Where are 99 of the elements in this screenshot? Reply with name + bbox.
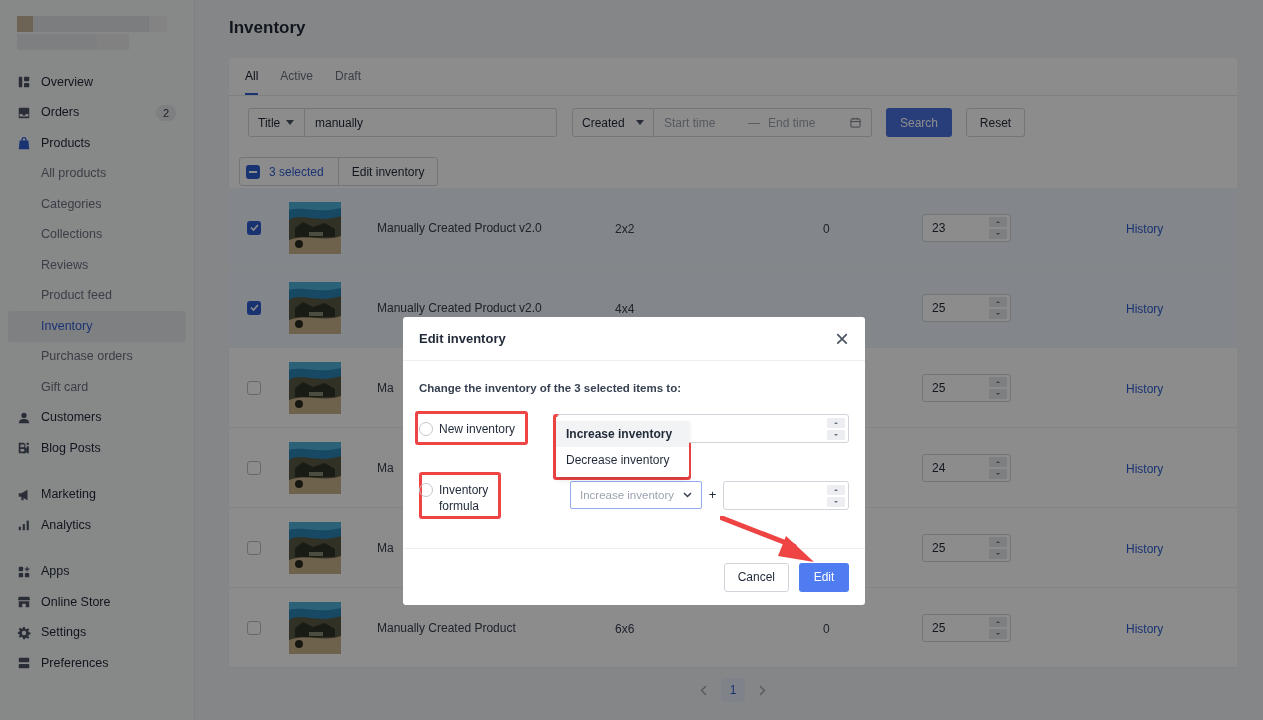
stepper-icon[interactable] <box>827 417 845 440</box>
blog-icon <box>17 441 31 456</box>
dialog-prompt: Change the inventory of the 3 selected items to: <box>419 381 682 396</box>
quantity-field[interactable]: 25 <box>922 613 1011 642</box>
history-link[interactable]: History <box>1126 381 1164 396</box>
product-name: Ma <box>377 381 394 394</box>
caret-icon <box>286 120 295 125</box>
store-icon <box>17 595 31 610</box>
dropdown-option[interactable]: Decrease inventory <box>556 447 689 473</box>
product-name: Ma <box>377 461 394 474</box>
stepper-icon[interactable] <box>989 376 1007 399</box>
stock-text: 0 <box>823 621 830 636</box>
operation-select[interactable]: Increase inventory <box>570 481 702 510</box>
quantity-field[interactable]: 25 <box>922 293 1011 322</box>
variant-text: 2x2 <box>615 221 635 236</box>
stepper-icon[interactable] <box>989 216 1007 239</box>
edit-button[interactable]: Edit <box>799 562 849 592</box>
sidebar-item[interactable]: Inventory <box>8 311 186 342</box>
select-all-checkbox[interactable] <box>246 164 260 179</box>
quantity-field[interactable]: 24 <box>922 453 1011 482</box>
overview-icon <box>17 75 31 90</box>
sidebar-item[interactable]: Blog Posts <box>8 433 186 464</box>
calendar-icon <box>850 117 861 128</box>
date-type-select[interactable]: Created <box>572 108 654 137</box>
tab[interactable]: All <box>245 58 259 95</box>
variant-text: 4x4 <box>615 301 635 316</box>
search-field[interactable]: manually <box>305 108 557 137</box>
history-link[interactable]: History <box>1126 621 1164 636</box>
history-link[interactable]: History <box>1126 541 1164 556</box>
selected-count: 3 selected <box>269 163 325 181</box>
quantity-field[interactable]: 25 <box>922 533 1011 562</box>
sidebar-item[interactable]: Orders 2 <box>8 97 186 128</box>
stepper-icon[interactable] <box>989 296 1007 319</box>
field-select[interactable]: Title <box>248 108 305 137</box>
page-title: Inventory <box>229 17 306 39</box>
orders-icon <box>17 105 31 120</box>
sidebar-item[interactable]: Settings <box>8 617 186 648</box>
product-name: Manually Created Product <box>377 621 516 634</box>
sidebar-item[interactable]: All products <box>8 158 186 189</box>
sidebar-item[interactable]: Overview <box>8 67 186 98</box>
radio-option[interactable]: New inventory <box>419 420 516 437</box>
quantity-field[interactable]: 25 <box>922 373 1011 402</box>
stepper-icon[interactable] <box>989 536 1007 559</box>
preferences-icon <box>17 656 31 671</box>
sidebar-item[interactable]: Analytics <box>8 510 186 541</box>
sidebar-item[interactable]: Product feed <box>8 280 186 311</box>
reset-button[interactable]: Reset <box>966 108 1025 137</box>
product-name: Ma <box>377 541 394 554</box>
close-button[interactable]: × <box>835 328 849 349</box>
quantity-field[interactable]: 23 <box>922 213 1011 242</box>
analytics-icon <box>17 518 31 533</box>
count-badge: 2 <box>156 104 176 121</box>
search-button[interactable]: Search <box>886 108 952 137</box>
stepper-icon[interactable] <box>989 456 1007 479</box>
dropdown-option[interactable]: Increase inventory <box>556 421 689 447</box>
number-field[interactable] <box>723 481 849 511</box>
sidebar-item[interactable]: Customers <box>8 402 186 433</box>
chevron-icon <box>683 492 692 499</box>
row-checkbox[interactable] <box>247 460 261 475</box>
history-link[interactable]: History <box>1126 301 1164 316</box>
next-page-icon[interactable] <box>759 684 766 696</box>
product-name: Manually Created Product v2.0 <box>377 301 542 314</box>
plus-sign: + <box>707 486 718 505</box>
stepper-icon[interactable] <box>827 484 845 507</box>
customers-icon <box>17 410 31 425</box>
sidebar-item[interactable]: Gift card <box>8 372 186 403</box>
sidebar-item[interactable]: Purchase orders <box>8 341 186 372</box>
sidebar-item[interactable]: Collections <box>8 219 186 250</box>
radio-option[interactable]: Inventory formula <box>419 482 499 515</box>
row-checkbox[interactable] <box>247 220 261 235</box>
dialog-title: Edit inventory <box>419 329 506 348</box>
product-name: Manually Created Product v2.0 <box>377 221 542 234</box>
sidebar-item[interactable]: Preferences <box>8 648 186 679</box>
apps-icon <box>17 564 31 579</box>
stock-text: 0 <box>823 221 830 236</box>
stepper-icon[interactable] <box>989 616 1007 639</box>
previous-page-icon[interactable] <box>700 684 707 696</box>
sidebar-item[interactable]: Categories <box>8 189 186 220</box>
row-checkbox[interactable] <box>247 620 261 635</box>
sidebar-item[interactable]: Apps <box>8 556 186 587</box>
tab[interactable]: Active <box>280 58 314 95</box>
sidebar-item[interactable]: Products <box>8 128 186 159</box>
row-checkbox[interactable] <box>247 540 261 555</box>
tab[interactable]: Draft <box>335 58 362 95</box>
history-link[interactable]: History <box>1126 221 1164 236</box>
sidebar-item[interactable]: Online Store <box>8 587 186 618</box>
variant-text: 6x6 <box>615 621 635 636</box>
cancel-button[interactable]: Cancel <box>723 562 789 592</box>
edit-inventory-button[interactable]: Edit inventory <box>338 158 438 185</box>
marketing-icon <box>17 487 31 502</box>
caret-icon <box>636 120 644 125</box>
row-checkbox[interactable] <box>247 300 261 315</box>
sidebar-item[interactable]: Reviews <box>8 250 186 281</box>
page-button[interactable]: 1 <box>721 678 745 702</box>
sidebar-item[interactable]: Marketing <box>8 479 186 510</box>
settings-icon <box>17 625 31 640</box>
history-link[interactable]: History <box>1126 461 1164 476</box>
row-checkbox[interactable] <box>247 380 261 395</box>
products-icon <box>17 136 31 151</box>
